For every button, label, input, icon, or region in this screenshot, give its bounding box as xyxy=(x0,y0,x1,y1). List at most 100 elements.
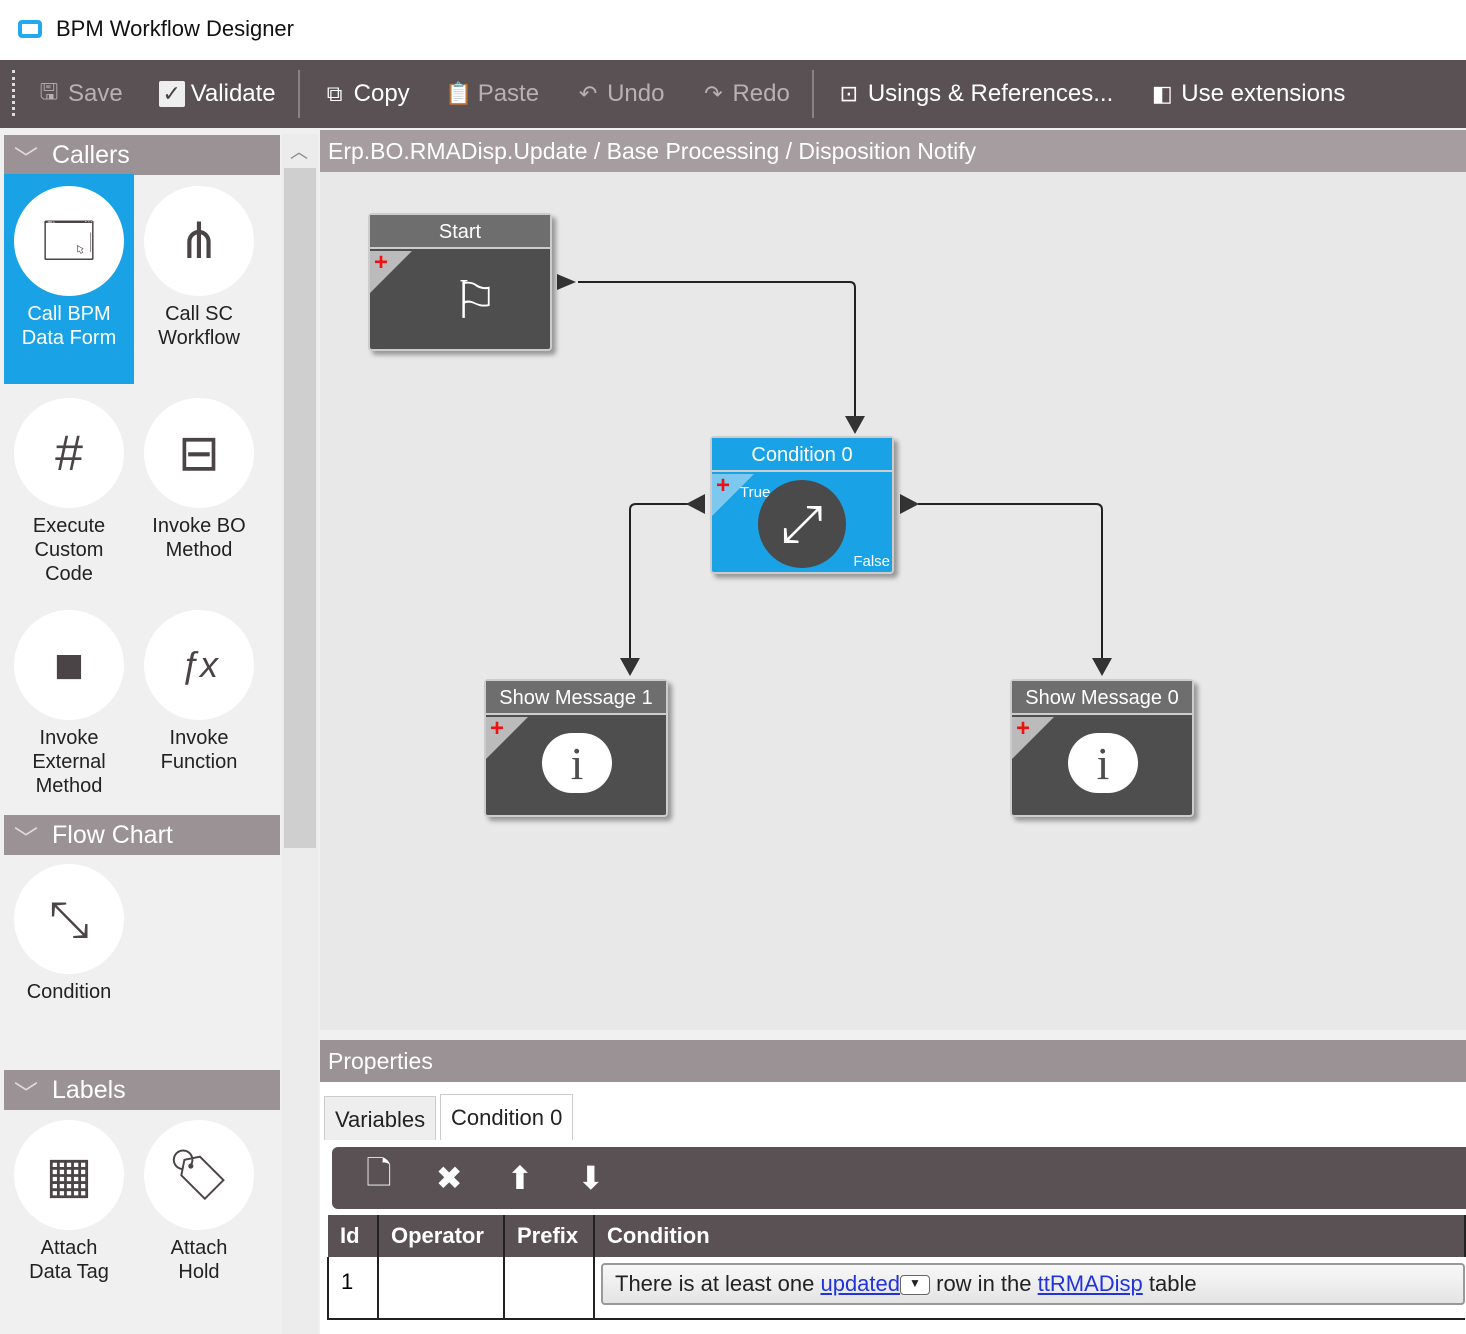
validate-label: Validate xyxy=(190,80,276,107)
section-callers[interactable]: ﹀ Callers xyxy=(4,135,280,175)
tool-call-sc-workflow[interactable]: ⋔ Call SC Workflow xyxy=(134,174,264,384)
usings-references-button[interactable]: ⊡ Usings & References... xyxy=(836,80,1114,108)
properties-header: Properties xyxy=(320,1040,1466,1082)
save-button[interactable]: 🖫 Save xyxy=(36,79,123,108)
flag-icon: ⚐ xyxy=(451,272,499,330)
section-labels[interactable]: ﹀ Labels xyxy=(4,1070,280,1110)
column-header-condition[interactable]: Condition xyxy=(594,1215,1466,1257)
grid-toolbar: 🗋 ✖ ⬆ ⬇ xyxy=(332,1147,1466,1209)
save-label: Save xyxy=(68,80,123,107)
connector-start-condition xyxy=(578,281,856,422)
tool-attach-data-tag[interactable]: ▦ Attach Data Tag xyxy=(4,1108,134,1318)
info-bubble-icon: i xyxy=(542,733,612,793)
add-icon[interactable]: + xyxy=(716,474,730,498)
node-title: Show Message 0 xyxy=(1012,681,1192,715)
workflow-canvas[interactable]: Start + ⚐ Condition 0 + True ⤢ False Sho… xyxy=(320,172,1466,1030)
delete-icon[interactable]: ✖ xyxy=(436,1159,463,1197)
undo-button[interactable]: ↶ Undo xyxy=(575,80,665,108)
node-title: Show Message 1 xyxy=(486,681,666,715)
node-condition[interactable]: Condition 0 + True ⤢ False xyxy=(710,436,894,574)
external-method-icon: ■ xyxy=(14,610,124,720)
app-icon xyxy=(18,20,42,38)
paste-label: Paste xyxy=(477,80,540,107)
copy-icon: ⧉ xyxy=(326,81,343,106)
connector-false-msg0 xyxy=(918,503,1103,664)
column-header-operator[interactable]: Operator xyxy=(378,1215,505,1257)
section-flow-chart[interactable]: ﹀ Flow Chart xyxy=(4,815,280,855)
workflow-icon: ⋔ xyxy=(144,186,254,296)
section-title: Callers xyxy=(52,140,130,169)
column-header-id[interactable]: Id xyxy=(328,1215,379,1257)
table-row[interactable]: 1 There is at least one updated ▼ row in … xyxy=(327,1257,1465,1320)
node-title: Start xyxy=(370,215,550,249)
use-extensions-button[interactable]: ◧ Use extensions xyxy=(1149,80,1346,108)
cell-prefix[interactable] xyxy=(503,1257,595,1320)
toolbar-grip[interactable] xyxy=(12,70,16,116)
tool-execute-custom-code[interactable]: # Execute Custom Code xyxy=(4,386,134,596)
save-icon: 🖫 xyxy=(39,79,59,104)
tool-condition[interactable]: ⤡ Condition xyxy=(4,852,134,1062)
column-header-prefix[interactable]: Prefix xyxy=(504,1215,595,1257)
condition-icon: ⤡ xyxy=(14,864,124,974)
redo-icon: ↷ xyxy=(704,81,723,106)
tool-attach-hold[interactable]: 🏷 Attach Hold xyxy=(134,1108,264,1318)
node-start[interactable]: Start + ⚐ xyxy=(368,213,552,351)
tool-invoke-function[interactable]: ƒx Invoke Function xyxy=(134,598,264,808)
tab-condition-0[interactable]: Condition 0 xyxy=(440,1094,574,1140)
validate-button[interactable]: ✓ Validate xyxy=(158,80,276,108)
section-title: Flow Chart xyxy=(52,820,173,849)
chevron-down-icon: ﹀ xyxy=(14,826,38,853)
extensions-icon: ◧ xyxy=(1151,81,1173,106)
usings-label: Usings & References... xyxy=(867,80,1114,107)
cell-id: 1 xyxy=(327,1257,379,1320)
extensions-label: Use extensions xyxy=(1181,80,1346,107)
arrowhead xyxy=(1092,658,1112,676)
arrowhead xyxy=(620,658,640,676)
tool-invoke-external-method[interactable]: ■ Invoke External Method xyxy=(4,598,134,808)
condition-link-table[interactable]: ttRMADisp xyxy=(1038,1271,1143,1296)
add-icon[interactable]: + xyxy=(1016,717,1030,741)
dropdown-icon[interactable]: ▼ xyxy=(900,1275,930,1296)
connector-true-msg1 xyxy=(629,503,688,664)
move-up-icon[interactable]: ⬆ xyxy=(507,1159,534,1197)
cell-operator[interactable] xyxy=(377,1257,505,1320)
tool-label: Attach Data Tag xyxy=(29,1237,109,1283)
tool-label: Attach Hold xyxy=(170,1237,228,1283)
condition-link-updated[interactable]: updated xyxy=(820,1271,900,1296)
arrowhead xyxy=(845,416,865,434)
tool-label: Invoke Function xyxy=(160,727,238,773)
scroll-up-icon[interactable]: ︿ xyxy=(290,138,308,164)
tool-label: Invoke BO Method xyxy=(152,515,246,561)
new-row-icon[interactable]: 🗋 xyxy=(366,1151,392,1205)
tool-label: Invoke External Method xyxy=(32,727,106,797)
copy-label: Copy xyxy=(353,80,410,107)
chevron-down-icon: ﹀ xyxy=(14,146,38,173)
scroll-thumb[interactable] xyxy=(284,168,316,848)
node-show-message-0[interactable]: Show Message 0 + i xyxy=(1010,679,1194,817)
condition-icon: ⤢ xyxy=(758,480,846,568)
tool-label: Condition xyxy=(26,981,112,1003)
tool-label: Call BPM Data Form xyxy=(21,303,117,349)
copy-button[interactable]: ⧉ Copy xyxy=(322,80,410,108)
redo-button[interactable]: ↷ Redo xyxy=(700,80,790,108)
section-title: Labels xyxy=(52,1075,126,1104)
data-tag-icon: ▦ xyxy=(14,1120,124,1230)
cell-condition[interactable]: There is at least one updated ▼ row in th… xyxy=(593,1257,1465,1320)
tab-variables[interactable]: Variables xyxy=(324,1096,437,1140)
condition-text: There is at least one xyxy=(615,1271,815,1296)
condition-expression: There is at least one updated ▼ row in th… xyxy=(601,1263,1465,1305)
paste-icon: 📋 xyxy=(444,81,473,106)
undo-icon: ↶ xyxy=(578,81,598,106)
node-show-message-1[interactable]: Show Message 1 + i xyxy=(484,679,668,817)
palette-scrollbar[interactable]: ︿ xyxy=(282,134,318,1334)
tool-invoke-bo-method[interactable]: ⊟ Invoke BO Method xyxy=(134,386,264,596)
add-icon[interactable]: + xyxy=(490,717,504,741)
add-icon[interactable]: + xyxy=(374,251,388,275)
main-toolbar: 🖫 Save ✓ Validate ⧉ Copy 📋 Paste ↶ Undo ↷ Redo… xyxy=(0,60,1466,128)
tool-call-bpm-data-form[interactable]: 🗔 Call BPM Data Form xyxy=(4,174,134,384)
move-down-icon[interactable]: ⬇ xyxy=(577,1159,604,1197)
paste-button[interactable]: 📋 Paste xyxy=(444,80,540,108)
tool-label: Execute Custom Code xyxy=(32,515,106,585)
chevron-down-icon: ﹀ xyxy=(14,1081,38,1108)
output-port xyxy=(686,494,705,514)
